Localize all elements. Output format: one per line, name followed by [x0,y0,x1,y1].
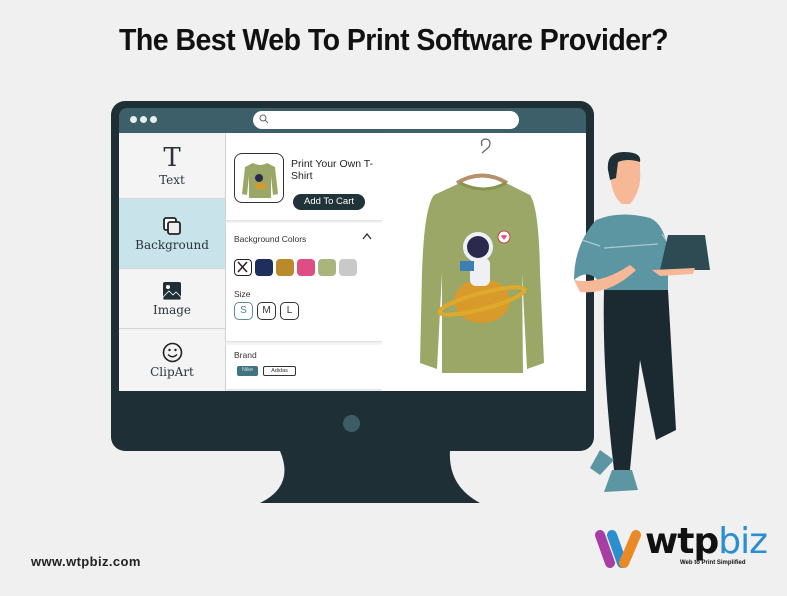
person-illustration [574,152,710,492]
sidebar-item-label: Image [152,302,192,317]
product-preview [382,133,586,391]
image-icon [162,281,182,300]
smiley-icon [162,342,182,362]
logo-wordmark-wtp: wtp [645,521,719,562]
search-input[interactable] [253,111,519,129]
brand-options: Nike Adidas [237,366,296,376]
layers-icon [163,216,181,235]
product-title: Print Your Own T-Shirt [291,158,374,182]
brand-label: Brand [234,350,257,360]
product-card: Print Your Own T-Shirt Add To Cart [226,133,382,220]
window-dot-icon [140,116,147,123]
search-icon [259,114,269,124]
sidebar-item-label: Background [135,237,209,252]
browser-titlebar [119,108,586,133]
window-dots [130,116,157,123]
sidebar-item-image[interactable]: Image [119,269,225,329]
size-option[interactable]: M [257,302,276,320]
webcam-dot [343,415,360,432]
sweatshirt-preview-image [420,138,544,373]
size-option[interactable]: L [280,302,299,320]
sidebar-item-label: Text [159,172,185,187]
size-options: S M L [234,302,299,320]
sidebar-item-text[interactable]: T Text [119,133,225,199]
app-screen: T Text Background Image ClipArt Print Yo… [119,133,586,391]
color-swatch[interactable] [318,259,336,276]
background-colors-label: Background Colors [234,234,307,244]
logo-tagline: Web to Print Simplified [680,560,746,566]
logo-wordmark-biz: biz [718,521,768,562]
sidebar-item-label: ClipArt [150,364,194,379]
color-swatch[interactable] [255,259,273,276]
brand-option[interactable]: Nike [237,366,258,376]
close-icon [237,261,248,273]
page-headline: The Best Web To Print Software Provider? [119,22,668,57]
color-swatch[interactable] [276,259,294,276]
website-url[interactable]: www.wtpbiz.com [31,554,141,569]
monitor-stand [260,451,480,503]
sweatshirt-thumb-icon [242,163,278,198]
logo-w-icon [595,530,641,568]
tool-sidebar: T Text Background Image ClipArt [119,133,226,391]
text-t-icon: T [163,142,181,173]
color-swatch[interactable] [297,259,315,276]
window-dot-icon [150,116,157,123]
brand-option[interactable]: Adidas [263,366,296,376]
product-thumbnail[interactable] [234,153,284,203]
sidebar-item-clipart[interactable]: ClipArt [119,329,225,391]
sidebar-item-background[interactable]: Background [119,199,225,269]
chevron-up-icon[interactable] [362,232,372,240]
add-to-cart-button[interactable]: Add To Cart [293,194,365,210]
size-option[interactable]: S [234,302,253,320]
size-label: Size [234,289,251,299]
options-panel: Print Your Own T-Shirt Add To Cart Backg… [226,133,382,391]
color-swatches [234,259,357,276]
color-swatch-none[interactable] [234,259,252,276]
logo-wordmark: wtpbiz [645,521,768,562]
color-swatch[interactable] [339,259,357,276]
window-dot-icon [130,116,137,123]
brand-logo: wtpbiz Web to Print Simplified [592,521,768,575]
